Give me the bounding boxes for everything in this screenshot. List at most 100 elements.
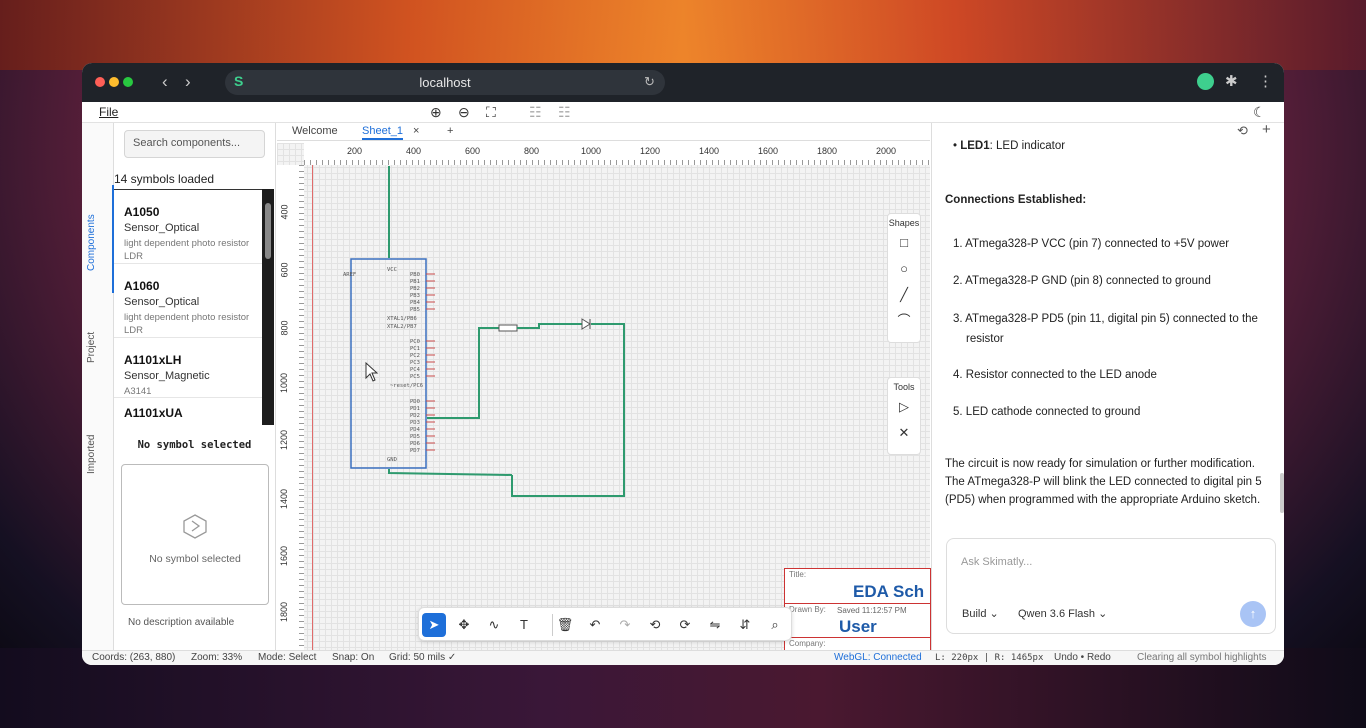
extension-skimatly-icon[interactable] xyxy=(1197,73,1214,90)
redo-icon[interactable]: ↷ xyxy=(613,613,637,637)
svg-text:PD6: PD6 xyxy=(410,441,420,447)
sidebar-vertical-tabs: Components Project Imported S xyxy=(82,123,114,650)
select-tool-icon[interactable]: ➤ xyxy=(422,613,446,637)
svg-text:PC4: PC4 xyxy=(410,367,421,373)
add-tab-icon[interactable]: + xyxy=(447,125,453,137)
reload-icon[interactable]: ↻ xyxy=(644,74,655,90)
drawn-by-value: User xyxy=(839,617,877,636)
resistor-symbol[interactable] xyxy=(498,324,518,332)
status-bar: Coords: (263, 880) Zoom: 33% Mode: Selec… xyxy=(82,650,1284,665)
wire-resistor-to-led xyxy=(517,323,582,329)
theme-toggle-icon[interactable]: ☾ xyxy=(1253,104,1266,121)
maximize-window-button[interactable] xyxy=(123,77,133,87)
chat-input[interactable]: Ask Skimatly... Build ⌄ Qwen 3.6 Flash ⌄… xyxy=(946,538,1276,634)
close-tab-icon[interactable]: × xyxy=(413,125,419,137)
forward-icon[interactable]: › xyxy=(185,72,191,92)
model-select[interactable]: Qwen 3.6 Flash ⌄ xyxy=(1018,607,1107,620)
tab-imported[interactable]: Imported xyxy=(86,435,97,474)
status-message: Clearing all symbol highlights xyxy=(1137,652,1267,663)
title-value: EDA Sch xyxy=(853,582,925,601)
svg-text:PC0: PC0 xyxy=(410,339,420,345)
svg-text:PB2: PB2 xyxy=(410,286,420,292)
svg-text:PB4: PB4 xyxy=(410,300,421,306)
symbol-description: No description available xyxy=(128,617,235,628)
line-icon[interactable]: ╱ xyxy=(892,284,916,306)
chevron-down-icon: ⌄ xyxy=(1098,608,1108,620)
delete-icon[interactable]: 🗑 xyxy=(553,613,577,637)
chat-scrollbar[interactable] xyxy=(1280,473,1284,513)
scrollbar-thumb[interactable] xyxy=(265,203,271,259)
list-item: 4. Resistor connected to the LED anode xyxy=(953,369,1157,381)
svg-text:PC3: PC3 xyxy=(410,360,420,366)
close-window-button[interactable] xyxy=(95,77,105,87)
svg-text:XTAL1/PB6: XTAL1/PB6 xyxy=(387,316,417,322)
list-item: 2. ATmega328-P GND (pin 8) connected to … xyxy=(953,275,1211,287)
selection-title: No symbol selected xyxy=(137,439,252,451)
model-label: Qwen 3.6 Flash xyxy=(1018,608,1096,620)
address-bar[interactable]: S localhost ↻ xyxy=(225,70,665,95)
circle-icon[interactable]: ○ xyxy=(892,258,916,280)
text-tool-icon[interactable]: T xyxy=(512,613,536,637)
status-mode: Mode: Select xyxy=(258,652,317,663)
shapes-title: Shapes xyxy=(888,218,920,228)
minimize-window-button[interactable] xyxy=(109,77,119,87)
no-connect-icon[interactable]: ✕ xyxy=(892,422,916,444)
tab-sheet-1[interactable]: Sheet_1 xyxy=(362,125,403,140)
connection-text: ATmega328-P VCC (pin 7) connected to +5V… xyxy=(965,238,1230,250)
distribute-icon[interactable]: ☷ xyxy=(558,104,571,121)
arc-icon[interactable]: ⌒ xyxy=(892,310,916,332)
url-text: localhost xyxy=(419,75,471,90)
svg-text:PC1: PC1 xyxy=(410,346,420,352)
svg-text:PB1: PB1 xyxy=(410,279,420,285)
mode-select[interactable]: Build ⌄ xyxy=(962,607,999,620)
list-item[interactable]: A1101xLH Sensor_Magnetic A3141 xyxy=(114,338,274,398)
divider xyxy=(785,637,932,638)
rectangle-icon[interactable]: □ xyxy=(892,232,916,254)
bottom-toolbar: ➤ ✥ ∿ T 🗑 ↶ ↷ ⟲ ⟳ ⇋ ⇵ ⌕ xyxy=(418,607,792,641)
svg-text:PC5: PC5 xyxy=(410,374,420,380)
svg-text:PD7: PD7 xyxy=(410,448,420,454)
flip-vertical-icon[interactable]: ⇵ xyxy=(733,613,757,637)
rotate-right-icon[interactable]: ⟳ xyxy=(673,613,697,637)
tab-welcome[interactable]: Welcome xyxy=(292,125,338,137)
list-scrollbar[interactable] xyxy=(262,189,274,425)
wire-tool-icon[interactable]: ∿ xyxy=(482,613,506,637)
new-chat-icon[interactable]: + xyxy=(1262,121,1271,138)
saved-status: Saved 11:12:57 PM xyxy=(837,606,907,615)
align-icon[interactable]: ☷ xyxy=(529,104,542,121)
fit-view-icon[interactable]: ⛶ xyxy=(486,104,496,121)
list-item[interactable]: A1101xUA xyxy=(114,398,274,423)
file-menu[interactable]: File xyxy=(99,105,118,119)
svg-text:PD3: PD3 xyxy=(410,420,420,426)
browser-menu-icon[interactable]: ⋮ xyxy=(1258,72,1273,90)
tab-components[interactable]: Components xyxy=(86,214,97,271)
zoom-in-icon[interactable]: ⊕ xyxy=(430,104,442,121)
symbols-loaded-count: 14 symbols loaded xyxy=(114,172,215,186)
chat-input-placeholder: Ask Skimatly... xyxy=(961,556,1033,568)
led-name: LED1 xyxy=(960,140,990,152)
zoom-out-icon[interactable]: ⊖ xyxy=(458,104,470,121)
svg-text:PD0: PD0 xyxy=(410,399,420,405)
list-item[interactable]: A1050 Sensor_Optical light dependent pho… xyxy=(114,190,274,264)
tab-project[interactable]: Project xyxy=(86,332,97,363)
search-input[interactable]: Search components... xyxy=(124,130,265,158)
company-label: Company: xyxy=(789,639,826,648)
browser-toolbar: ‹ › S localhost ↻ ✱ ⋮ xyxy=(82,63,1284,102)
move-tool-icon[interactable]: ✥ xyxy=(452,613,476,637)
send-icon[interactable]: ↑ xyxy=(1240,601,1266,627)
flip-horizontal-icon[interactable]: ⇋ xyxy=(703,613,727,637)
back-icon[interactable]: ‹ xyxy=(162,72,168,92)
rotate-left-icon[interactable]: ⟲ xyxy=(643,613,667,637)
ic-pin-labels: AREF VCC PB0 PB1 PB2 PB3 PB4 PB5 XTAL1/P… xyxy=(343,267,423,463)
component-description: light dependent photo resistor LDR xyxy=(124,312,250,336)
svg-text:VCC: VCC xyxy=(387,267,397,273)
list-item[interactable]: A1060 Sensor_Optical light dependent pho… xyxy=(114,264,274,338)
search-icon[interactable]: ⌕ xyxy=(763,613,787,637)
net-label-icon[interactable]: ▷ xyxy=(892,396,916,418)
connection-text: LED cathode connected to ground xyxy=(965,406,1141,418)
undo-icon[interactable]: ↶ xyxy=(583,613,607,637)
tools-panel: Tools ▷ ✕ xyxy=(887,377,921,455)
extensions-icon[interactable]: ✱ xyxy=(1225,72,1238,90)
list-item: 5. LED cathode connected to ground xyxy=(953,406,1141,418)
led-symbol[interactable] xyxy=(581,318,591,330)
